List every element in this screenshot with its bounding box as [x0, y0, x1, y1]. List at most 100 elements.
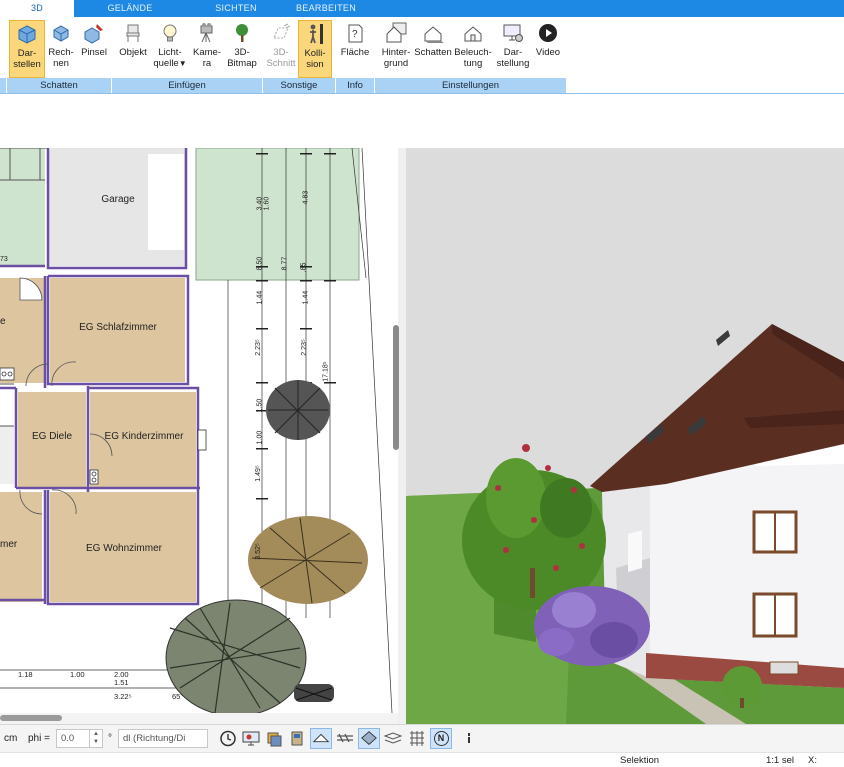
dim-label-223-a: 2.23⁵ [254, 339, 262, 356]
dim-label-1718: 17.18⁵ [322, 361, 330, 382]
calculate-label-2: nen [53, 58, 69, 69]
cube-brush-icon [84, 24, 103, 44]
chair-icon [126, 24, 140, 42]
group-label-info: Info [336, 78, 374, 93]
dim-label-144-a: 1.44 [256, 290, 264, 305]
camera-button[interactable]: Kame- ra [191, 20, 223, 78]
app-window: { "tabs": [ {"label": "3D", "active": tr… [0, 0, 844, 767]
dim-label-150: 1.50 [256, 398, 264, 413]
tree-symbol-medium [248, 516, 368, 604]
person-collision-icon [310, 24, 323, 44]
degree-label: ° [108, 733, 112, 744]
collision-label-2: sion [306, 59, 324, 70]
garage-door-opening [148, 154, 184, 250]
room-label-cut-upper[interactable]: e [0, 316, 6, 327]
tab-sichten[interactable]: SICHTEN [198, 0, 274, 17]
more-icon[interactable] [458, 728, 480, 749]
clock-icon[interactable] [217, 728, 239, 749]
monitor-icon[interactable] [240, 728, 262, 749]
tab-gelaende[interactable]: GELÄNDE [92, 0, 168, 17]
dim-label-352: 3.52⁵ [254, 543, 262, 560]
plan-vertical-scrollbar-thumb[interactable] [393, 325, 399, 450]
pattern-icon[interactable] [334, 728, 356, 749]
light-source-label-1: Licht- [158, 47, 182, 58]
video-button[interactable]: Video [533, 20, 563, 78]
shape-icon[interactable] [286, 728, 308, 749]
display-settings-label-1: Dar- [503, 47, 523, 58]
collision-button[interactable]: Kolli- sion [298, 20, 332, 78]
plane-stack-icon[interactable] [382, 728, 404, 749]
empty-toolbar-area [0, 95, 844, 148]
view-splitter[interactable] [398, 148, 406, 724]
play-circle-icon [539, 24, 557, 42]
tab-3d[interactable]: 3D [0, 0, 74, 17]
grass-area-right [195, 148, 360, 281]
background-button[interactable]: Hinter- grund [378, 20, 414, 78]
brush-label: Pinsel [81, 47, 107, 58]
ribbon: Dar- stellen Rech- nen Pinsel Objekt Lic… [0, 17, 844, 94]
bitmap-3d-label-1: 3D- [234, 47, 250, 58]
phi-stepper[interactable]: ▲ ▼ [89, 729, 103, 748]
view-3d[interactable] [406, 148, 844, 724]
grid-icon[interactable] [406, 728, 428, 749]
lightbulb-icon [163, 24, 177, 42]
dim-label-223-b: 2.23⁵ [300, 339, 308, 356]
tree-icon [236, 24, 248, 42]
unit-label: cm [4, 733, 18, 744]
room-label-wohnzimmer[interactable]: EG Wohnzimmer [62, 543, 186, 554]
floor-corridor-strip [0, 426, 14, 484]
tree-symbol-small [266, 380, 330, 440]
shrub-symbol [294, 684, 334, 702]
display-settings-button[interactable]: Dar- stellung [494, 20, 532, 78]
light-source-button[interactable]: Licht- quelle▼ [151, 20, 189, 78]
camera-label-2: ra [202, 58, 212, 69]
section-3d-button[interactable]: 3D- Schnitt [264, 20, 298, 78]
bitmap-3d-button[interactable]: 3D- Bitmap [224, 20, 260, 78]
room-label-cut-lower[interactable]: mer [0, 539, 17, 550]
status-bar: Selektion 1:1 sel X: [0, 752, 844, 767]
group-label-einstellungen: Einstellungen [375, 78, 566, 93]
dim-label-100: 1.00 [256, 430, 264, 445]
insert-object-button[interactable]: Objekt [116, 20, 150, 78]
direction-mode-select[interactable]: dl (Richtung/Di [118, 729, 208, 748]
diamond-icon[interactable] [358, 728, 380, 749]
area-question-icon: ? [348, 24, 363, 43]
status-scale: 1:1 sel [766, 755, 794, 766]
display-settings-label-2: stellung [496, 58, 530, 69]
bitmap-3d-label-2: Bitmap [227, 58, 257, 69]
plan-horizontal-scrollbar-thumb[interactable] [0, 715, 62, 721]
room-label-garage[interactable]: Garage [86, 194, 150, 205]
hatch-icon[interactable] [310, 728, 332, 749]
shadow-settings-label: Schatten [414, 47, 452, 58]
lighting-label-2: tung [463, 58, 483, 69]
area-button[interactable]: ? Fläche [338, 20, 372, 78]
render-button[interactable]: Dar- stellen [9, 20, 45, 78]
room-label-kinderzimmer[interactable]: EG Kinderzimmer [96, 431, 192, 442]
section-icon [273, 23, 291, 39]
video-label: Video [535, 47, 561, 58]
brush-button[interactable]: Pinsel [78, 20, 110, 78]
layers-icon[interactable] [263, 728, 285, 749]
dim-label-322: 3.22⁵ [114, 692, 132, 701]
camera-tripod-icon [200, 23, 213, 43]
phi-label: phi = [28, 733, 50, 744]
area-label: Fläche [340, 47, 370, 58]
dim-label-149: 1.49⁵ [254, 465, 262, 482]
tab-bearbeiten[interactable]: BEARBEITEN [286, 0, 366, 17]
room-label-diele[interactable]: EG Diele [22, 431, 82, 442]
calculate-button[interactable]: Rech- nen [45, 20, 77, 78]
group-label-sonstige: Sonstige [263, 78, 335, 93]
shadow-settings-button[interactable]: Schatten [414, 20, 452, 78]
phi-input[interactable]: 0.0 [56, 729, 90, 748]
cube-render-icon [18, 25, 36, 44]
house-shadow-icon [424, 26, 444, 43]
chevron-down-icon[interactable]: ▼ [179, 59, 187, 68]
lighting-button[interactable]: Beleuch- tung [453, 20, 493, 78]
dim-label-877: 8.77 [281, 256, 289, 271]
floor-plan-view[interactable]: Garage e EG Schlafzimmer EG Diele EG Kin… [0, 148, 404, 713]
background-label-2: grund [383, 58, 409, 69]
svg-text:?: ? [352, 29, 358, 40]
monitor-settings-icon [503, 24, 523, 42]
north-button[interactable]: N [430, 728, 452, 749]
room-label-schlafzimmer[interactable]: EG Schlafzimmer [58, 322, 178, 333]
